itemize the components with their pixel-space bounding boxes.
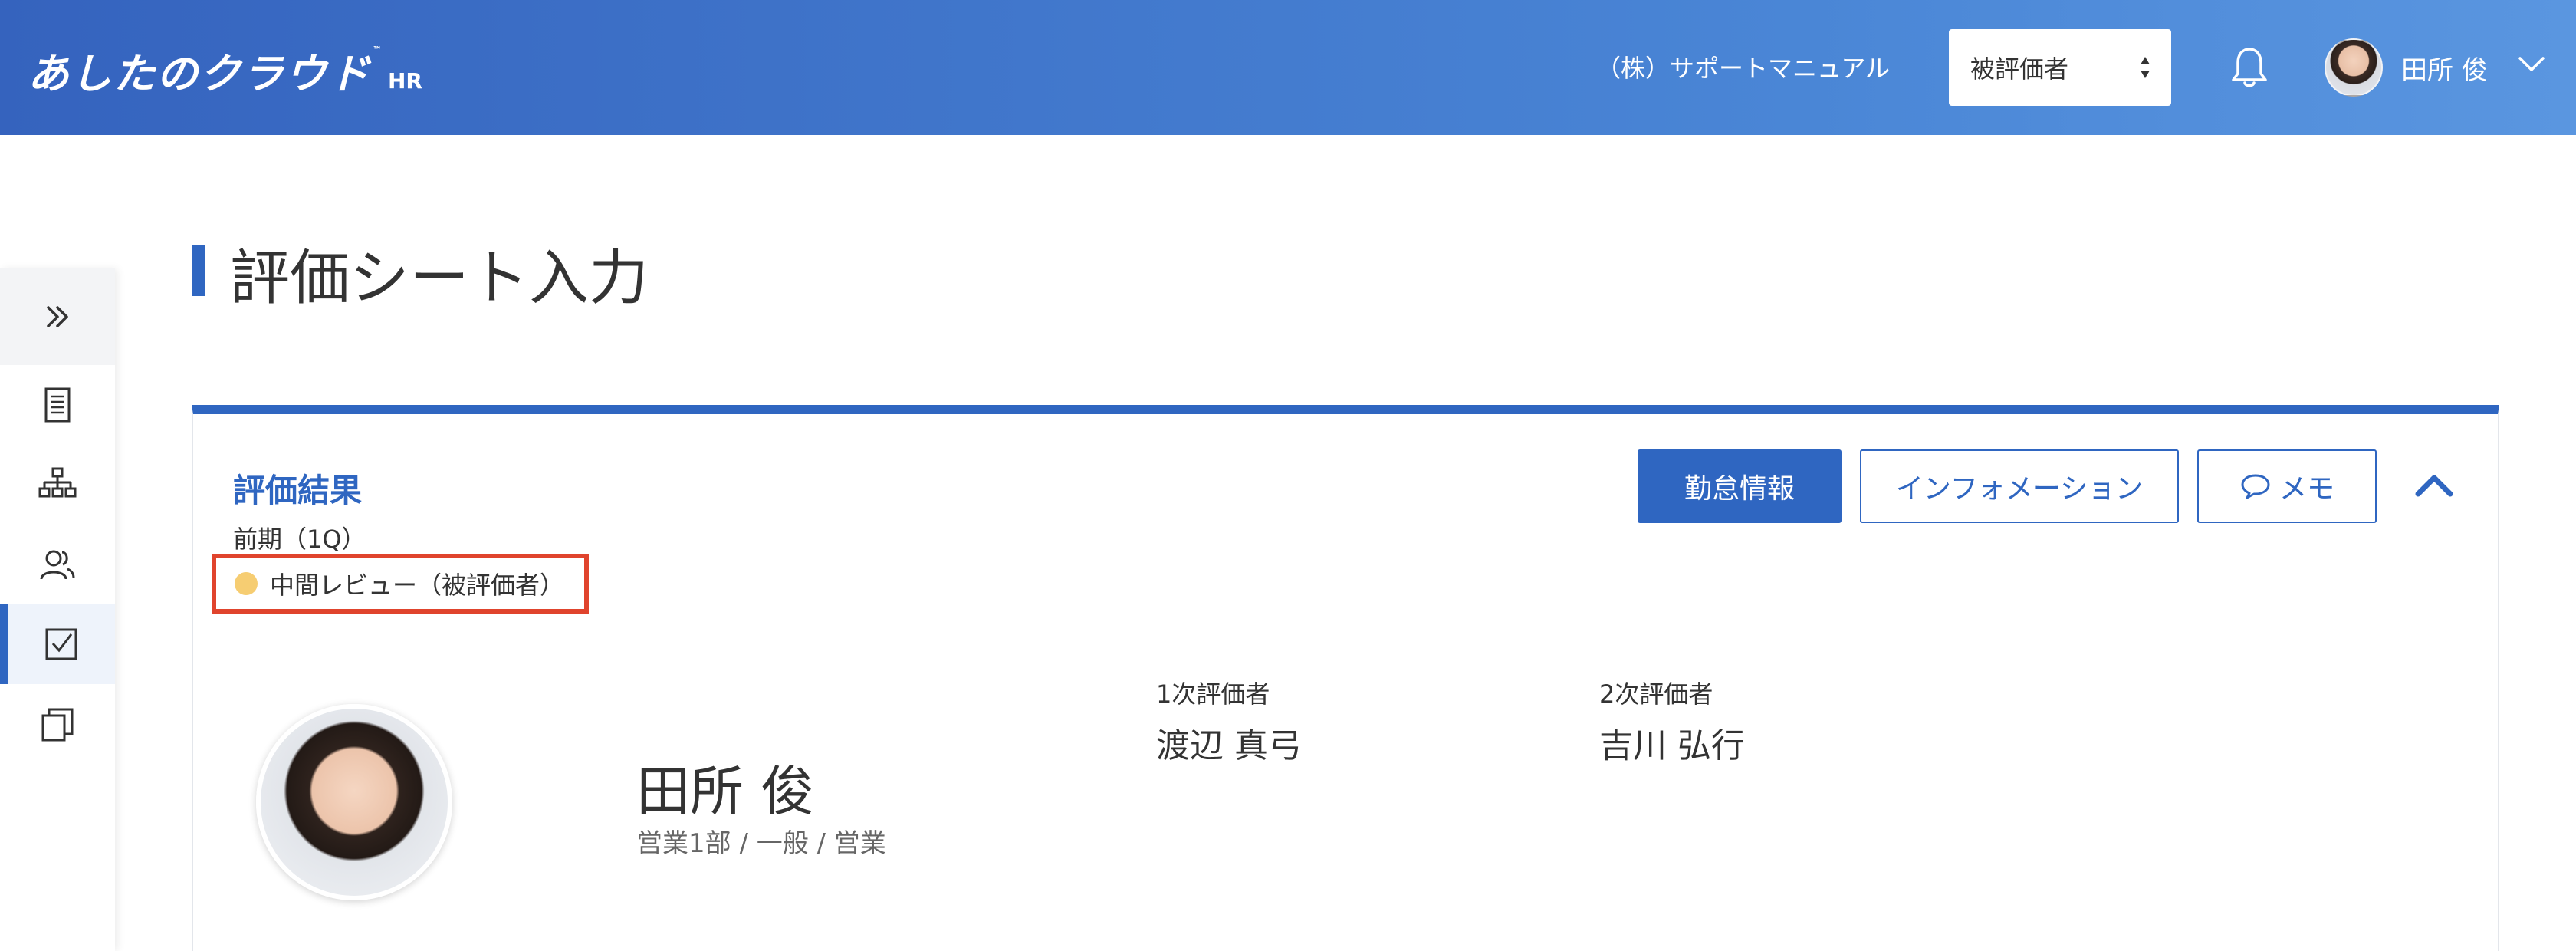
logo-trademark: ™ bbox=[373, 44, 383, 55]
document-icon bbox=[44, 387, 71, 423]
sidebar-item-copy[interactable] bbox=[0, 684, 115, 764]
user-avatar[interactable] bbox=[2325, 38, 2383, 97]
chevron-up-icon[interactable] bbox=[2413, 471, 2455, 500]
second-evaluator-label: 2次評価者 bbox=[1599, 680, 1714, 709]
org-chart-icon bbox=[38, 467, 77, 498]
second-evaluator: 2次評価者 吉川 弘行 bbox=[1599, 675, 1745, 767]
sidebar bbox=[0, 268, 115, 951]
memo-button[interactable]: メモ bbox=[2197, 449, 2377, 523]
status-badge: 中間レビュー（被評価者） bbox=[212, 554, 589, 614]
memo-button-label: メモ bbox=[2279, 473, 2334, 505]
double-chevron-right-icon bbox=[47, 306, 68, 327]
person-name: 田所 俊 bbox=[636, 760, 815, 823]
information-button-label: インフォメーション bbox=[1895, 473, 2144, 505]
sidebar-item-evaluation[interactable] bbox=[0, 604, 115, 684]
person-photo bbox=[256, 704, 452, 900]
sidebar-item-organization[interactable] bbox=[0, 445, 115, 525]
chevron-down-icon[interactable] bbox=[2518, 55, 2545, 74]
app-logo[interactable]: あしたのクラウド ™ HR bbox=[28, 40, 422, 100]
copy-icon bbox=[41, 708, 74, 742]
logo-text: あしたのクラウド bbox=[28, 50, 371, 98]
attendance-button[interactable]: 勤怠情報 bbox=[1638, 449, 1842, 523]
select-arrows-icon bbox=[2141, 57, 2150, 78]
evaluation-card: 評価結果 前期（1Q） 中間レビュー（被評価者） 勤怠情報 インフォメーション … bbox=[192, 405, 2499, 951]
speech-bubble-icon bbox=[2241, 474, 2270, 499]
role-select[interactable]: 被評価者 bbox=[1949, 29, 2171, 106]
card-title: 評価結果 bbox=[233, 472, 363, 509]
sidebar-item-members[interactable] bbox=[0, 525, 115, 604]
first-evaluator-label: 1次評価者 bbox=[1156, 680, 1270, 709]
information-button[interactable]: インフォメーション bbox=[1860, 449, 2179, 523]
status-dot-icon bbox=[235, 572, 258, 595]
top-header: あしたのクラウド ™ HR （株）サポートマニュアル 被評価者 田所 俊 bbox=[0, 0, 2576, 135]
attendance-button-label: 勤怠情報 bbox=[1684, 473, 1795, 505]
first-evaluator-name: 渡辺 真弓 bbox=[1156, 726, 1302, 765]
user-name[interactable]: 田所 俊 bbox=[2401, 49, 2488, 87]
first-evaluator: 1次評価者 渡辺 真弓 bbox=[1156, 675, 1302, 767]
bell-icon[interactable] bbox=[2228, 44, 2271, 90]
sidebar-item-documents[interactable] bbox=[0, 365, 115, 445]
page-title: 評価シート入力 bbox=[230, 244, 649, 313]
person-department: 営業1部 / 一般 / 営業 bbox=[636, 828, 886, 859]
page-title-accent bbox=[192, 245, 205, 296]
status-text: 中間レビュー（被評価者） bbox=[270, 571, 565, 600]
company-name: （株）サポートマニュアル bbox=[1596, 54, 1891, 83]
logo-suffix: HR bbox=[388, 68, 422, 94]
sidebar-toggle[interactable] bbox=[0, 268, 115, 365]
role-select-value: 被評価者 bbox=[1970, 54, 2069, 84]
users-icon bbox=[40, 550, 75, 580]
evaluation-period: 前期（1Q） bbox=[233, 525, 366, 554]
second-evaluator-name: 吉川 弘行 bbox=[1599, 726, 1745, 765]
checkbox-icon bbox=[45, 628, 77, 660]
